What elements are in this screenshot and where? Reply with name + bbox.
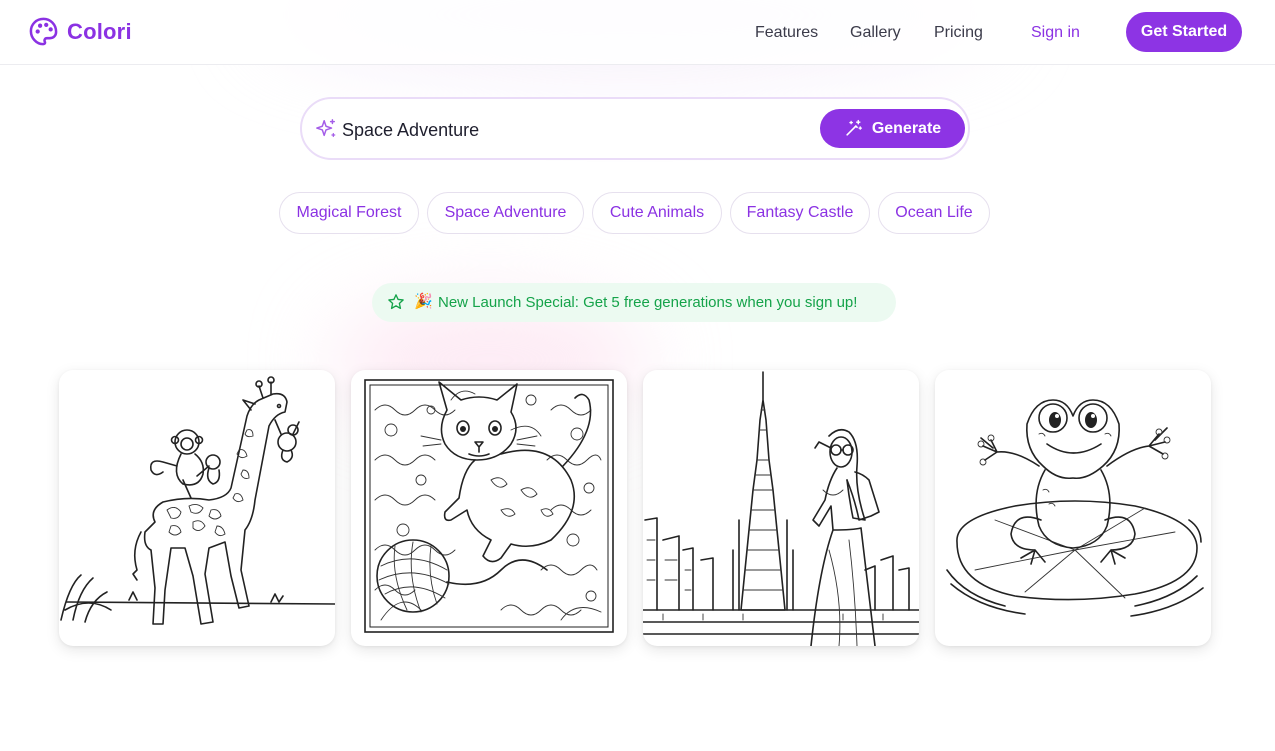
prompt-search-bar: Generate [300, 97, 970, 160]
kitten-coloring-image [364, 379, 614, 633]
gallery-card-frog[interactable] [935, 370, 1211, 646]
nav-link-pricing[interactable]: Pricing [934, 24, 983, 42]
chip-magical-forest[interactable]: Magical Forest [279, 192, 419, 234]
gallery-card-giraffe[interactable] [59, 370, 335, 646]
nav-link-gallery[interactable]: Gallery [850, 24, 901, 42]
promo-banner: 🎉 New Launch Special: Get 5 free generat… [372, 283, 896, 322]
generate-button-label: Generate [871, 119, 942, 137]
magic-wand-icon [846, 119, 862, 136]
brand-logo[interactable]: Colori [28, 16, 132, 47]
suggestion-chips: Magical Forest Space Adventure Cute Anim… [0, 192, 1275, 234]
chip-ocean-life[interactable]: Ocean Life [878, 192, 990, 234]
gallery-card-kitten[interactable] [351, 370, 627, 646]
palette-icon [29, 17, 58, 46]
chip-cute-animals[interactable]: Cute Animals [592, 192, 722, 234]
top-navbar: Colori Features Gallery Pricing Sign in … [0, 0, 1275, 65]
generate-button[interactable]: Generate [820, 109, 965, 148]
party-popper-icon: 🎉 [414, 293, 433, 310]
nav-link-features[interactable]: Features [755, 24, 818, 42]
get-started-button[interactable]: Get Started [1126, 12, 1242, 52]
sparkle-icon [316, 119, 336, 137]
chip-space-adventure[interactable]: Space Adventure [427, 192, 584, 234]
promo-text: New Launch Special: Get 5 free generatio… [438, 294, 858, 311]
star-icon [388, 294, 404, 310]
sign-in-link[interactable]: Sign in [1031, 24, 1080, 42]
cityscape-coloring-image [643, 371, 919, 646]
prompt-input[interactable] [342, 115, 812, 145]
giraffe-coloring-image [60, 376, 335, 625]
gallery-card-cityscape[interactable] [643, 370, 919, 646]
chip-fantasy-castle[interactable]: Fantasy Castle [730, 192, 870, 234]
brand-name: Colori [67, 18, 132, 44]
frog-coloring-image [946, 399, 1204, 617]
